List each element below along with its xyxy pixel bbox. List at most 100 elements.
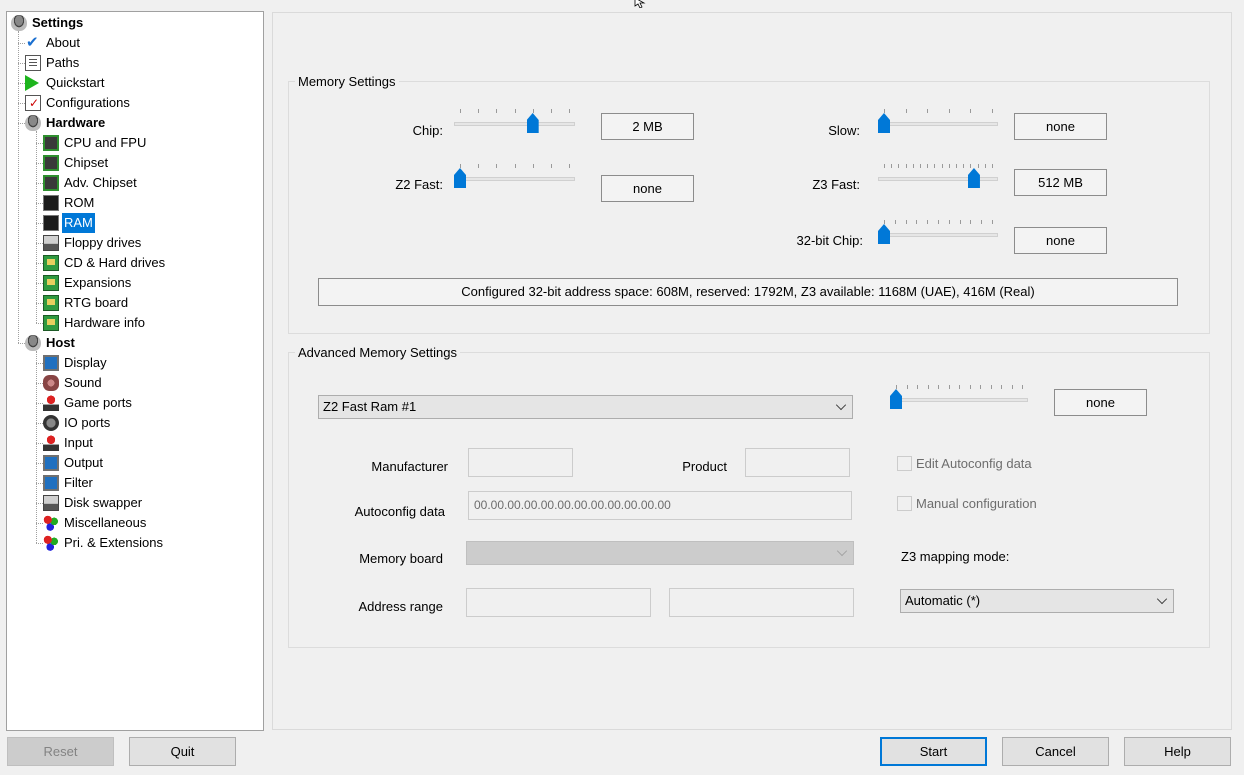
edit-autoconfig-box — [897, 455, 912, 471]
address-space-info: Configured 32-bit address space: 608M, r… — [318, 278, 1178, 306]
z3-fast-slider[interactable] — [878, 164, 998, 190]
tree-item-quickstart[interactable]: Quickstart — [25, 73, 107, 93]
manual-config-label: Manual configuration — [916, 495, 1037, 511]
slider-tick — [977, 164, 979, 168]
slider-tick — [992, 220, 993, 224]
sound-icon — [43, 375, 59, 391]
tree-connector — [36, 283, 43, 284]
tree-item-disk-swapper[interactable]: Disk swapper — [43, 493, 144, 513]
tree-item-pri-extensions[interactable]: Pri. & Extensions — [43, 533, 165, 553]
tree-connector — [36, 543, 43, 544]
chip-slider[interactable] — [454, 109, 575, 135]
tree-item-ram[interactable]: RAM — [43, 213, 95, 233]
tree-connector — [36, 143, 43, 144]
manual-config-box — [897, 495, 912, 511]
settings-tree[interactable]: Settings About Paths Quickstart Configuratio… — [6, 11, 264, 731]
z3-mapping-select[interactable]: Automatic (*) — [900, 589, 1174, 613]
slider-tick — [550, 164, 552, 168]
slider-thumb[interactable] — [878, 224, 890, 244]
chip-icon — [43, 155, 59, 171]
tree-item-configurations[interactable]: Configurations — [25, 93, 132, 113]
tree-item-cd-hard-drives[interactable]: CD & Hard drives — [43, 253, 167, 273]
manufacturer-input[interactable] — [468, 448, 573, 477]
tree-item-cpu-and-fpu[interactable]: CPU and FPU — [43, 133, 148, 153]
tree-item-label: Game ports — [64, 395, 132, 410]
board-select[interactable]: Z2 Fast Ram #1 — [318, 395, 853, 419]
tree-item-chipset[interactable]: Chipset — [43, 153, 110, 173]
address-range-end[interactable] — [669, 588, 854, 617]
slider-tick — [569, 109, 570, 113]
tree-item-input[interactable]: Input — [43, 433, 95, 453]
slider-tick — [514, 109, 516, 113]
edit-autoconfig-checkbox[interactable]: Edit Autoconfig data — [897, 454, 1032, 472]
slow-slider[interactable] — [878, 109, 998, 135]
document-icon — [25, 55, 41, 71]
tree-connector — [36, 203, 43, 204]
slider-thumb[interactable] — [454, 168, 466, 188]
z2-fast-label: Z2 Fast: — [395, 177, 443, 192]
tree-item-filter[interactable]: Filter — [43, 473, 95, 493]
tree-connector — [36, 183, 43, 184]
tree-connector — [36, 523, 43, 524]
quit-button[interactable]: Quit — [129, 737, 236, 766]
tree-item-floppy-drives[interactable]: Floppy drives — [43, 233, 143, 253]
slider-thumb[interactable] — [526, 113, 539, 133]
tree-item-expansions[interactable]: Expansions — [43, 273, 133, 293]
slider-tick — [970, 109, 972, 113]
tree-connector — [36, 503, 43, 504]
slider-thumb[interactable] — [878, 113, 890, 133]
board-slider[interactable] — [890, 385, 1028, 411]
tree-item-label: Output — [64, 455, 104, 470]
slider-tick — [884, 220, 885, 224]
chip32-slider[interactable] — [878, 220, 998, 246]
tree-item-game-ports[interactable]: Game ports — [43, 393, 134, 413]
tree-connector — [18, 63, 25, 64]
slider-track — [890, 398, 1028, 402]
cancel-button[interactable]: Cancel — [1002, 737, 1109, 766]
board-icon — [43, 275, 59, 291]
tree-group-hardware[interactable]: Hardware — [25, 113, 107, 133]
address-range-label: Address range — [358, 599, 443, 614]
slider-tick — [1011, 385, 1013, 389]
tree-item-rtg-board[interactable]: RTG board — [43, 293, 130, 313]
tree-item-label: IO ports — [64, 415, 111, 430]
tree-group-host[interactable]: Host — [25, 333, 77, 353]
tree-item-hardware-info[interactable]: Hardware info — [43, 313, 147, 333]
tree-item-adv-chipset[interactable]: Adv. Chipset — [43, 173, 139, 193]
tree-item-paths[interactable]: Paths — [25, 53, 81, 73]
slider-ticks — [884, 109, 993, 114]
tree-item-label: CPU and FPU — [64, 135, 147, 150]
tree-connector — [36, 403, 43, 404]
tree-item-rom[interactable]: ROM — [43, 193, 96, 213]
slider-track — [878, 233, 998, 237]
slider-tick — [948, 164, 950, 168]
manual-config-checkbox[interactable]: Manual configuration — [897, 494, 1037, 512]
slider-thumb[interactable] — [890, 389, 902, 409]
slider-tick — [919, 164, 921, 168]
tree-item-output[interactable]: Output — [43, 453, 105, 473]
autoconfig-input[interactable]: 00.00.00.00.00.00.00.00.00.00.00.00 — [468, 491, 852, 520]
start-button[interactable]: Start — [880, 737, 987, 766]
slider-thumb[interactable] — [967, 168, 980, 188]
disk-icon — [25, 335, 41, 351]
z2-fast-value: none — [601, 175, 694, 202]
tree-item-sound[interactable]: Sound — [43, 373, 104, 393]
reset-button[interactable]: Reset — [7, 737, 114, 766]
help-button[interactable]: Help — [1124, 737, 1231, 766]
tree-item-label: Hardware info — [64, 315, 145, 330]
tree-item-io-ports[interactable]: IO ports — [43, 413, 112, 433]
chip32-value: none — [1014, 227, 1107, 254]
memory-board-select[interactable] — [466, 541, 854, 565]
z3-mapping-value: Automatic (*) — [905, 593, 981, 608]
chip-value: 2 MB — [601, 113, 694, 140]
tree-item-label: Filter — [64, 475, 93, 490]
z2-fast-slider[interactable] — [454, 164, 575, 190]
product-input[interactable] — [745, 448, 850, 477]
address-range-start[interactable] — [466, 588, 651, 617]
tree-item-miscellaneous[interactable]: Miscellaneous — [43, 513, 148, 533]
tree-item-about[interactable]: About — [25, 33, 82, 53]
tree-item-label: Configurations — [46, 95, 130, 110]
tree-item-display[interactable]: Display — [43, 353, 109, 373]
tree-item-label: Settings — [32, 15, 84, 30]
tree-root-settings[interactable]: Settings — [11, 13, 85, 33]
